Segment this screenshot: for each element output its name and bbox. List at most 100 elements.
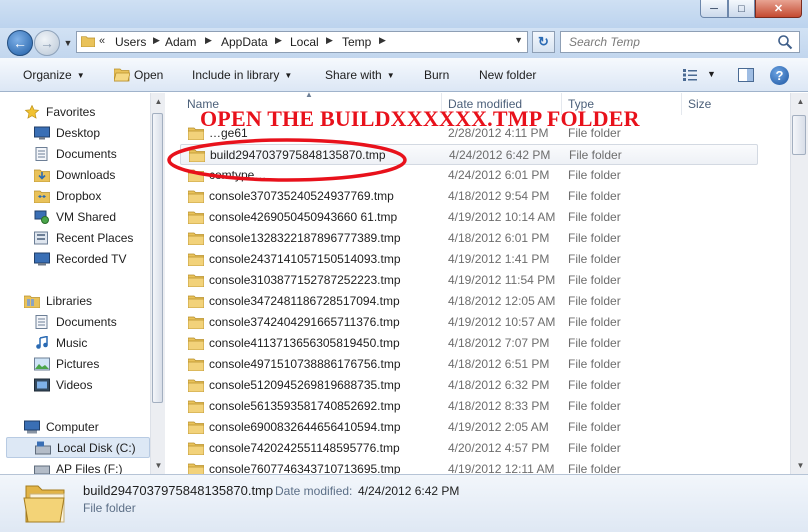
- file-name: console2437141057150514093.tmp: [209, 252, 401, 266]
- column-header-size[interactable]: Size: [688, 97, 711, 111]
- file-row[interactable]: console7420242551148595776.tmp 4/20/2012 …: [180, 438, 758, 459]
- file-date: 4/24/2012 6:42 PM: [449, 148, 551, 162]
- folder-icon: [188, 316, 204, 329]
- address-overflow[interactable]: «: [99, 35, 105, 47]
- scroll-down-icon[interactable]: ▼: [151, 461, 166, 470]
- nav-scrollbar-thumb[interactable]: [152, 113, 163, 403]
- instruction-annotation: OPEN THE BUILDXXXXXX.TMP FOLDER: [200, 106, 640, 131]
- desktop-icon: [34, 126, 50, 139]
- nav-label: Recorded TV: [56, 251, 127, 266]
- search-placeholder: Search Temp: [569, 35, 640, 49]
- minimize-button[interactable]: ─: [700, 0, 728, 18]
- file-row[interactable]: console2437141057150514093.tmp 4/19/2012 …: [180, 249, 758, 270]
- breadcrumb-users[interactable]: Users: [115, 35, 146, 49]
- address-dropdown-icon[interactable]: ▼: [514, 35, 523, 45]
- nav-label: Computer: [46, 419, 99, 434]
- file-date: 4/18/2012 8:33 PM: [448, 399, 550, 413]
- folder-icon: [81, 36, 95, 47]
- forward-button[interactable]: →: [34, 30, 60, 56]
- breadcrumb-temp[interactable]: Temp: [342, 35, 371, 49]
- chevron-down-icon: ▼: [63, 38, 73, 48]
- scroll-down-icon[interactable]: ▼: [793, 461, 808, 470]
- file-date: 4/19/2012 2:05 AM: [448, 420, 549, 434]
- file-row[interactable]: console5613593581740852692.tmp 4/18/2012 …: [180, 396, 758, 417]
- maximize-button[interactable]: □: [728, 0, 755, 18]
- search-input[interactable]: Search Temp: [560, 31, 800, 53]
- folder-icon: [188, 379, 204, 392]
- file-date: 4/18/2012 6:51 PM: [448, 357, 550, 371]
- file-name: console370735240524937769.tmp: [209, 189, 394, 203]
- refresh-button[interactable]: ↻: [532, 31, 555, 53]
- file-row[interactable]: console1328322187896777389.tmp 4/18/2012 …: [180, 228, 758, 249]
- file-name: console5613593581740852692.tmp: [209, 399, 401, 413]
- nav-label: Pictures: [56, 356, 100, 371]
- help-icon[interactable]: ?: [770, 66, 789, 85]
- nav-label: Downloads: [56, 167, 116, 182]
- views-dropdown-icon[interactable]: ▼: [707, 69, 716, 79]
- chevron-down-icon: ▼: [386, 71, 395, 80]
- breadcrumb-separator-icon[interactable]: ▶: [379, 35, 386, 46]
- documents-icon: [35, 146, 48, 161]
- file-row[interactable]: console6900832644656410594.tmp 4/19/2012 …: [180, 417, 758, 438]
- scroll-up-icon[interactable]: ▲: [793, 97, 808, 106]
- nav-label: Documents: [56, 146, 117, 161]
- file-type: File folder: [568, 336, 621, 350]
- downloads-icon: [34, 169, 50, 182]
- file-type: File folder: [568, 315, 621, 329]
- breadcrumb-separator-icon[interactable]: ▶: [205, 35, 212, 46]
- breadcrumb-local[interactable]: Local: [290, 35, 319, 49]
- details-file-name: build2947037975848135870.tmp: [83, 483, 274, 498]
- include-in-library-button[interactable]: Include in library ▼: [192, 68, 292, 82]
- breadcrumb-separator-icon[interactable]: ▶: [153, 35, 160, 46]
- open-button[interactable]: Open: [134, 68, 163, 82]
- recent-pages-dropdown[interactable]: ▼: [62, 36, 74, 50]
- preview-pane-icon[interactable]: [738, 68, 754, 82]
- breadcrumb-appdata[interactable]: AppData: [221, 35, 268, 49]
- column-divider[interactable]: [681, 93, 682, 115]
- folder-icon: [188, 190, 204, 203]
- file-type: File folder: [569, 148, 622, 162]
- file-name: console3103877152787252223.tmp: [209, 273, 401, 287]
- organize-button[interactable]: Organize ▼: [23, 68, 85, 82]
- file-type: File folder: [568, 441, 621, 455]
- new-folder-button[interactable]: New folder: [479, 68, 536, 82]
- file-name: console4971510738886176756.tmp: [209, 357, 401, 371]
- folder-icon: [188, 253, 204, 266]
- details-date-label: Date modified:: [275, 484, 353, 498]
- file-date: 4/19/2012 10:14 AM: [448, 210, 556, 224]
- breadcrumb-separator-icon[interactable]: ▶: [326, 35, 333, 46]
- breadcrumb-adam[interactable]: Adam: [165, 35, 196, 49]
- chevron-down-icon: ▼: [76, 71, 85, 80]
- file-name: console4113713656305819450.tmp: [209, 336, 400, 350]
- breadcrumb-separator-icon[interactable]: ▶: [275, 35, 282, 46]
- file-row[interactable]: console4113713656305819450.tmp 4/18/2012 …: [180, 333, 758, 354]
- file-date: 4/19/2012 11:54 PM: [448, 273, 556, 287]
- file-row[interactable]: console4971510738886176756.tmp 4/18/2012 …: [180, 354, 758, 375]
- file-row[interactable]: console3103877152787252223.tmp 4/19/2012 …: [180, 270, 758, 291]
- burn-button[interactable]: Burn: [424, 68, 449, 82]
- details-date-value: 4/24/2012 6:42 PM: [358, 484, 460, 498]
- file-list-scrollbar-thumb[interactable]: [792, 115, 806, 155]
- close-button[interactable]: ✕: [755, 0, 802, 18]
- views-icon[interactable]: [683, 69, 697, 81]
- scroll-up-icon[interactable]: ▲: [151, 97, 166, 106]
- folder-icon: [188, 337, 204, 350]
- file-date: 4/24/2012 6:01 PM: [448, 168, 550, 182]
- include-in-library-label: Include in library: [192, 68, 280, 82]
- file-type: File folder: [568, 378, 621, 392]
- file-row[interactable]: console370735240524937769.tmp 4/18/2012 9…: [180, 186, 758, 207]
- file-row[interactable]: console5120945269819688735.tmp 4/18/2012 …: [180, 375, 758, 396]
- file-type: File folder: [568, 357, 621, 371]
- file-row[interactable]: console3742404291665711376.tmp 4/19/2012 …: [180, 312, 758, 333]
- nav-label: Favorites: [46, 104, 96, 119]
- file-row[interactable]: console4269050450943660 61.tmp 4/19/2012 …: [180, 207, 758, 228]
- back-button[interactable]: ←: [7, 30, 33, 56]
- search-icon[interactable]: [777, 34, 793, 50]
- share-with-button[interactable]: Share with ▼: [325, 68, 395, 82]
- file-type: File folder: [568, 231, 621, 245]
- nav-item-local-disk[interactable]: Local Disk (C:): [6, 437, 150, 458]
- file-date: 4/18/2012 7:07 PM: [448, 336, 550, 350]
- nav-label: Recent Places: [56, 230, 134, 245]
- file-row[interactable]: console3472481186728517094.tmp 4/18/2012 …: [180, 291, 758, 312]
- address-bar[interactable]: « Users ▶ Adam ▶ AppData ▶ Local ▶ Temp …: [76, 31, 528, 53]
